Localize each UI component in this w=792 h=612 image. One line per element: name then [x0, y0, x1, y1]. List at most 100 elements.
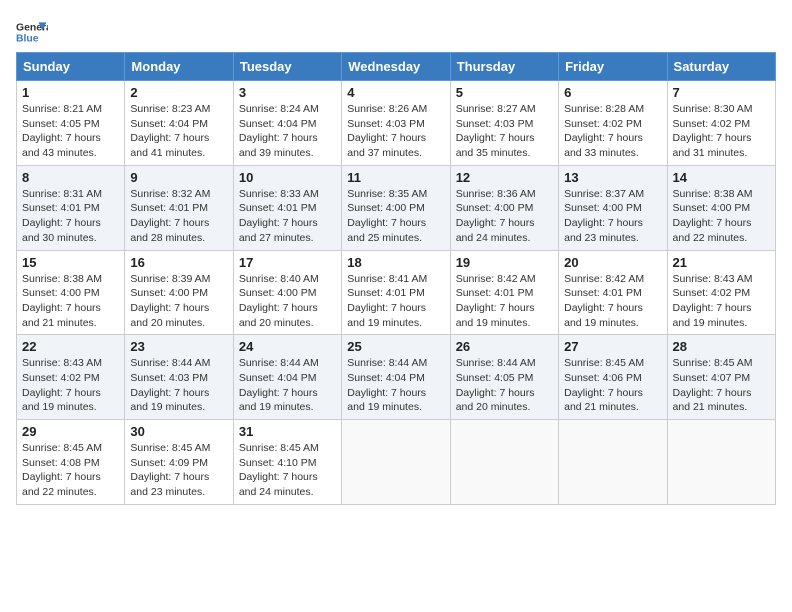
calendar-cell: 27 Sunrise: 8:45 AM Sunset: 4:06 PM Dayl…	[559, 335, 667, 420]
day-info: Sunrise: 8:45 AM Sunset: 4:06 PM Dayligh…	[564, 356, 661, 415]
day-number: 21	[673, 255, 770, 270]
day-number: 5	[456, 85, 553, 100]
day-number: 24	[239, 339, 336, 354]
day-number: 1	[22, 85, 119, 100]
day-number: 3	[239, 85, 336, 100]
day-number: 4	[347, 85, 444, 100]
day-number: 8	[22, 170, 119, 185]
week-row-1: 1 Sunrise: 8:21 AM Sunset: 4:05 PM Dayli…	[17, 81, 776, 166]
day-number: 22	[22, 339, 119, 354]
calendar-table: SundayMondayTuesdayWednesdayThursdayFrid…	[16, 52, 776, 505]
day-info: Sunrise: 8:33 AM Sunset: 4:01 PM Dayligh…	[239, 187, 336, 246]
calendar-cell: 24 Sunrise: 8:44 AM Sunset: 4:04 PM Dayl…	[233, 335, 341, 420]
day-number: 10	[239, 170, 336, 185]
logo-icon: General Blue	[16, 16, 48, 48]
calendar-cell: 17 Sunrise: 8:40 AM Sunset: 4:00 PM Dayl…	[233, 250, 341, 335]
weekday-header-friday: Friday	[559, 53, 667, 81]
calendar-cell: 31 Sunrise: 8:45 AM Sunset: 4:10 PM Dayl…	[233, 420, 341, 505]
day-number: 11	[347, 170, 444, 185]
calendar-cell: 10 Sunrise: 8:33 AM Sunset: 4:01 PM Dayl…	[233, 165, 341, 250]
day-info: Sunrise: 8:38 AM Sunset: 4:00 PM Dayligh…	[673, 187, 770, 246]
calendar-cell: 26 Sunrise: 8:44 AM Sunset: 4:05 PM Dayl…	[450, 335, 558, 420]
day-info: Sunrise: 8:37 AM Sunset: 4:00 PM Dayligh…	[564, 187, 661, 246]
calendar-cell: 5 Sunrise: 8:27 AM Sunset: 4:03 PM Dayli…	[450, 81, 558, 166]
weekday-header-saturday: Saturday	[667, 53, 775, 81]
day-number: 15	[22, 255, 119, 270]
day-info: Sunrise: 8:32 AM Sunset: 4:01 PM Dayligh…	[130, 187, 227, 246]
weekday-header-wednesday: Wednesday	[342, 53, 450, 81]
day-info: Sunrise: 8:45 AM Sunset: 4:10 PM Dayligh…	[239, 441, 336, 500]
calendar-cell: 13 Sunrise: 8:37 AM Sunset: 4:00 PM Dayl…	[559, 165, 667, 250]
day-info: Sunrise: 8:44 AM Sunset: 4:03 PM Dayligh…	[130, 356, 227, 415]
day-info: Sunrise: 8:43 AM Sunset: 4:02 PM Dayligh…	[22, 356, 119, 415]
day-info: Sunrise: 8:38 AM Sunset: 4:00 PM Dayligh…	[22, 272, 119, 331]
day-info: Sunrise: 8:43 AM Sunset: 4:02 PM Dayligh…	[673, 272, 770, 331]
weekday-header-tuesday: Tuesday	[233, 53, 341, 81]
calendar-cell	[342, 420, 450, 505]
day-info: Sunrise: 8:44 AM Sunset: 4:04 PM Dayligh…	[239, 356, 336, 415]
day-info: Sunrise: 8:28 AM Sunset: 4:02 PM Dayligh…	[564, 102, 661, 161]
day-number: 2	[130, 85, 227, 100]
calendar-cell: 19 Sunrise: 8:42 AM Sunset: 4:01 PM Dayl…	[450, 250, 558, 335]
weekday-header-thursday: Thursday	[450, 53, 558, 81]
day-number: 14	[673, 170, 770, 185]
day-number: 29	[22, 424, 119, 439]
day-number: 12	[456, 170, 553, 185]
day-number: 9	[130, 170, 227, 185]
day-info: Sunrise: 8:30 AM Sunset: 4:02 PM Dayligh…	[673, 102, 770, 161]
calendar-cell: 1 Sunrise: 8:21 AM Sunset: 4:05 PM Dayli…	[17, 81, 125, 166]
day-info: Sunrise: 8:42 AM Sunset: 4:01 PM Dayligh…	[456, 272, 553, 331]
day-info: Sunrise: 8:42 AM Sunset: 4:01 PM Dayligh…	[564, 272, 661, 331]
calendar-cell: 22 Sunrise: 8:43 AM Sunset: 4:02 PM Dayl…	[17, 335, 125, 420]
day-number: 26	[456, 339, 553, 354]
day-number: 28	[673, 339, 770, 354]
calendar-cell	[559, 420, 667, 505]
calendar-cell: 4 Sunrise: 8:26 AM Sunset: 4:03 PM Dayli…	[342, 81, 450, 166]
day-number: 31	[239, 424, 336, 439]
week-row-3: 15 Sunrise: 8:38 AM Sunset: 4:00 PM Dayl…	[17, 250, 776, 335]
week-row-4: 22 Sunrise: 8:43 AM Sunset: 4:02 PM Dayl…	[17, 335, 776, 420]
day-number: 23	[130, 339, 227, 354]
day-info: Sunrise: 8:24 AM Sunset: 4:04 PM Dayligh…	[239, 102, 336, 161]
calendar-cell: 15 Sunrise: 8:38 AM Sunset: 4:00 PM Dayl…	[17, 250, 125, 335]
calendar-cell: 3 Sunrise: 8:24 AM Sunset: 4:04 PM Dayli…	[233, 81, 341, 166]
calendar-cell: 21 Sunrise: 8:43 AM Sunset: 4:02 PM Dayl…	[667, 250, 775, 335]
calendar-cell: 14 Sunrise: 8:38 AM Sunset: 4:00 PM Dayl…	[667, 165, 775, 250]
day-number: 20	[564, 255, 661, 270]
day-number: 6	[564, 85, 661, 100]
day-number: 7	[673, 85, 770, 100]
weekday-header-monday: Monday	[125, 53, 233, 81]
weekday-header-sunday: Sunday	[17, 53, 125, 81]
day-number: 25	[347, 339, 444, 354]
week-row-5: 29 Sunrise: 8:45 AM Sunset: 4:08 PM Dayl…	[17, 420, 776, 505]
calendar-cell: 2 Sunrise: 8:23 AM Sunset: 4:04 PM Dayli…	[125, 81, 233, 166]
calendar-cell: 18 Sunrise: 8:41 AM Sunset: 4:01 PM Dayl…	[342, 250, 450, 335]
weekday-header-row: SundayMondayTuesdayWednesdayThursdayFrid…	[17, 53, 776, 81]
calendar-cell: 28 Sunrise: 8:45 AM Sunset: 4:07 PM Dayl…	[667, 335, 775, 420]
page-header: General Blue	[16, 16, 776, 48]
calendar-cell: 12 Sunrise: 8:36 AM Sunset: 4:00 PM Dayl…	[450, 165, 558, 250]
calendar-cell: 6 Sunrise: 8:28 AM Sunset: 4:02 PM Dayli…	[559, 81, 667, 166]
day-number: 16	[130, 255, 227, 270]
day-number: 17	[239, 255, 336, 270]
day-number: 30	[130, 424, 227, 439]
svg-text:Blue: Blue	[16, 34, 39, 45]
day-info: Sunrise: 8:45 AM Sunset: 4:08 PM Dayligh…	[22, 441, 119, 500]
day-info: Sunrise: 8:27 AM Sunset: 4:03 PM Dayligh…	[456, 102, 553, 161]
day-info: Sunrise: 8:36 AM Sunset: 4:00 PM Dayligh…	[456, 187, 553, 246]
calendar-cell: 20 Sunrise: 8:42 AM Sunset: 4:01 PM Dayl…	[559, 250, 667, 335]
day-number: 18	[347, 255, 444, 270]
day-number: 13	[564, 170, 661, 185]
day-number: 19	[456, 255, 553, 270]
day-info: Sunrise: 8:23 AM Sunset: 4:04 PM Dayligh…	[130, 102, 227, 161]
calendar-cell: 23 Sunrise: 8:44 AM Sunset: 4:03 PM Dayl…	[125, 335, 233, 420]
calendar-cell: 16 Sunrise: 8:39 AM Sunset: 4:00 PM Dayl…	[125, 250, 233, 335]
day-info: Sunrise: 8:39 AM Sunset: 4:00 PM Dayligh…	[130, 272, 227, 331]
day-info: Sunrise: 8:31 AM Sunset: 4:01 PM Dayligh…	[22, 187, 119, 246]
calendar-cell: 9 Sunrise: 8:32 AM Sunset: 4:01 PM Dayli…	[125, 165, 233, 250]
logo: General Blue	[16, 16, 48, 48]
calendar-cell: 11 Sunrise: 8:35 AM Sunset: 4:00 PM Dayl…	[342, 165, 450, 250]
day-info: Sunrise: 8:44 AM Sunset: 4:05 PM Dayligh…	[456, 356, 553, 415]
week-row-2: 8 Sunrise: 8:31 AM Sunset: 4:01 PM Dayli…	[17, 165, 776, 250]
calendar-cell: 29 Sunrise: 8:45 AM Sunset: 4:08 PM Dayl…	[17, 420, 125, 505]
